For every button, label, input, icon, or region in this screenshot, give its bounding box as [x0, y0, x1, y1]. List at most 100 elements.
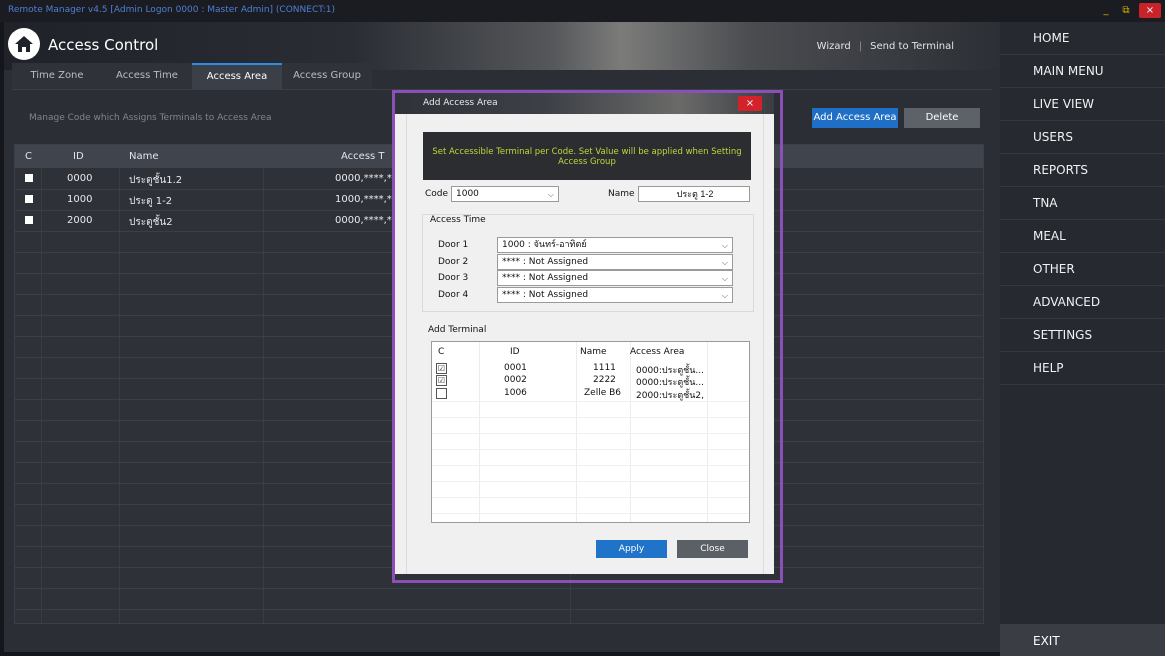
grid-line [119, 168, 120, 623]
door-2-value: **** : Not Assigned [502, 257, 589, 267]
terminal-list: C ID Name Access Area ☑ 0001 1111 0000:ป… [431, 341, 750, 523]
chevron-down-icon: ⌵ [721, 258, 728, 267]
row-checkbox[interactable] [25, 195, 33, 203]
row-checkbox[interactable] [25, 174, 33, 182]
menu-item-meal[interactable]: MEAL [1000, 220, 1165, 253]
column-header-id: ID [73, 151, 84, 162]
chevron-down-icon: ⌵ [721, 274, 728, 283]
grid-line [432, 497, 749, 498]
grid-line [479, 342, 480, 522]
menu-item-settings[interactable]: SETTINGS [1000, 319, 1165, 352]
row-id: 1000 [67, 194, 93, 205]
menu-item-label: OTHER [1033, 262, 1075, 276]
terminal-access-area: 0000:ประตูชั้น... [636, 378, 705, 388]
window-title: Remote Manager v4.5 [Admin Logon 0000 : … [8, 5, 336, 15]
grid-line [41, 168, 42, 623]
row-access: 1000,****,** [335, 194, 397, 205]
grid-line [263, 168, 264, 623]
tab-access-area[interactable]: Access Area [192, 63, 282, 89]
code-select[interactable]: 1000 ⌵ [451, 186, 559, 202]
home-icon[interactable] [8, 28, 40, 60]
menu-item-label: HELP [1033, 361, 1064, 375]
chevron-down-icon: ⌵ [721, 291, 728, 300]
door-3-select[interactable]: **** : Not Assigned ⌵ [497, 270, 733, 286]
wizard-link[interactable]: Wizard [817, 41, 851, 52]
grid-line [432, 481, 749, 482]
column-header-access: Access T [341, 151, 385, 162]
row-checkbox[interactable] [25, 216, 33, 224]
door-3-value: **** : Not Assigned [502, 273, 589, 283]
grid-line [432, 513, 749, 514]
tab-access-group[interactable]: Access Group [282, 63, 372, 89]
terminal-checkbox[interactable] [436, 388, 447, 399]
menu-item-users[interactable]: USERS [1000, 121, 1165, 154]
terminal-checkbox[interactable]: ☑ [436, 363, 447, 374]
window-close-button[interactable]: × [1139, 3, 1161, 18]
add-access-area-button[interactable]: Add Access Area [812, 108, 898, 128]
menu-item-label: HOME [1033, 31, 1070, 45]
row-access: 0000,****,** [335, 215, 397, 226]
terminal-checkbox[interactable]: ☑ [436, 375, 447, 386]
menu-item-label: SETTINGS [1033, 328, 1093, 342]
delete-button[interactable]: Delete [904, 108, 980, 128]
code-label: Code [425, 189, 449, 199]
terminal-name: 2222 [593, 375, 616, 385]
name-label: Name [608, 189, 635, 199]
menu-item-other[interactable]: OTHER [1000, 253, 1165, 286]
row-name: ประตู 1-2 [129, 196, 173, 207]
door-1-select[interactable]: 1000 : จันทร์-อาทิตย์ ⌵ [497, 237, 733, 253]
window-titlebar: Remote Manager v4.5 [Admin Logon 0000 : … [0, 0, 1165, 22]
chevron-down-icon: ⌵ [547, 190, 554, 199]
terminal-column-access-area: Access Area [630, 347, 685, 357]
tab-bar: Time Zone Access Time Access Area Access… [12, 63, 992, 89]
menu-item-help[interactable]: HELP [1000, 352, 1165, 385]
menu-item-label: MEAL [1033, 229, 1066, 243]
menu-item-main-menu[interactable]: MAIN MENU [1000, 55, 1165, 88]
restore-button[interactable]: ⧉ [1118, 3, 1134, 18]
info-banner: Set Accessible Terminal per Code. Set Va… [423, 132, 751, 180]
menu-item-label: TNA [1033, 196, 1058, 210]
header-separator: | [858, 41, 863, 52]
menu-item-label: ADVANCED [1033, 295, 1101, 309]
tab-access-time[interactable]: Access Time [102, 63, 192, 89]
side-menu: HOME MAIN MENU LIVE VIEW USERS REPORTS T… [1000, 22, 1165, 656]
menu-item-label: REPORTS [1033, 163, 1089, 177]
row-id: 0000 [67, 173, 93, 184]
menu-item-label: MAIN MENU [1033, 64, 1104, 78]
tab-time-zone[interactable]: Time Zone [12, 63, 102, 89]
grid-line [432, 465, 749, 466]
access-time-label: Access Time [430, 215, 486, 225]
terminal-column-name: Name [580, 347, 607, 357]
door-4-value: **** : Not Assigned [502, 290, 589, 300]
door-2-select[interactable]: **** : Not Assigned ⌵ [497, 254, 733, 270]
exit-button[interactable]: EXIT [1000, 624, 1165, 656]
row-name: ประตูชั้น1.2 [129, 175, 183, 186]
code-value: 1000 [456, 189, 479, 199]
terminal-name: Zelle B6 [584, 388, 622, 398]
door-4-select[interactable]: **** : Not Assigned ⌵ [497, 287, 733, 303]
minimize-button[interactable]: _ [1098, 3, 1114, 18]
menu-item-reports[interactable]: REPORTS [1000, 154, 1165, 187]
row-access: 0000,****,** [335, 173, 397, 184]
menu-item-tna[interactable]: TNA [1000, 187, 1165, 220]
menu-item-home[interactable]: HOME [1000, 22, 1165, 55]
send-to-terminal-link[interactable]: Send to Terminal [870, 41, 954, 52]
column-header-check: C [25, 151, 32, 162]
door-2-label: Door 2 [438, 257, 469, 267]
menu-item-live-view[interactable]: LIVE VIEW [1000, 88, 1165, 121]
menu-item-advanced[interactable]: ADVANCED [1000, 286, 1165, 319]
exit-label: EXIT [1033, 634, 1060, 648]
row-name: ประตูชั้น2 [129, 217, 173, 228]
door-1-value: 1000 : จันทร์-อาทิตย์ [502, 240, 587, 250]
apply-button[interactable]: Apply [596, 540, 667, 558]
close-button[interactable]: Close [677, 540, 748, 558]
grid-line [432, 449, 749, 450]
door-4-label: Door 4 [438, 290, 469, 300]
grid-line [15, 588, 983, 589]
terminal-column-check: C [438, 347, 445, 357]
name-field[interactable] [638, 186, 750, 202]
page-description: Manage Code which Assigns Terminals to A… [29, 113, 272, 123]
menu-item-label: LIVE VIEW [1033, 97, 1095, 111]
terminal-id: 1006 [504, 388, 527, 398]
banner-text: Set Accessible Terminal per Code. Set Va… [432, 147, 742, 167]
